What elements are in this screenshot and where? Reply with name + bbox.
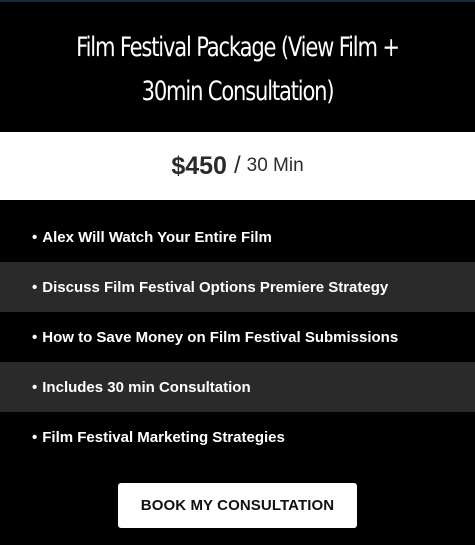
feature-text: Alex Will Watch Your Entire Film: [42, 228, 272, 246]
feature-item: • How to Save Money on Film Festival Sub…: [0, 312, 475, 362]
price-bar: $450 / 30 Min: [0, 132, 475, 200]
package-title: Film Festival Package (View Film + 30min…: [76, 32, 400, 107]
pricing-card: Film Festival Package (View Film + 30min…: [0, 0, 475, 545]
bullet-icon: •: [32, 378, 38, 396]
feature-item: • Discuss Film Festival Options Premiere…: [0, 262, 475, 312]
feature-item: • Film Festival Marketing Strategies: [0, 412, 475, 462]
book-consultation-button[interactable]: BOOK MY CONSULTATION: [118, 483, 357, 528]
price-term: 30 Min: [246, 155, 304, 176]
feature-text: Discuss Film Festival Options Premiere S…: [42, 278, 389, 296]
bullet-icon: •: [32, 228, 38, 246]
bullet-icon: •: [32, 278, 38, 296]
feature-text: How to Save Money on Film Festival Submi…: [42, 328, 399, 346]
bullet-icon: •: [32, 328, 38, 346]
feature-text: Film Festival Marketing Strategies: [42, 428, 285, 446]
feature-list: • Alex Will Watch Your Entire Film • Dis…: [0, 212, 475, 462]
price-separator: /: [233, 152, 241, 179]
feature-item: • Alex Will Watch Your Entire Film: [0, 212, 475, 262]
bullet-icon: •: [32, 428, 38, 446]
feature-item: • Includes 30 min Consultation: [0, 362, 475, 412]
feature-text: Includes 30 min Consultation: [42, 378, 251, 396]
price-amount: $450: [171, 151, 227, 180]
